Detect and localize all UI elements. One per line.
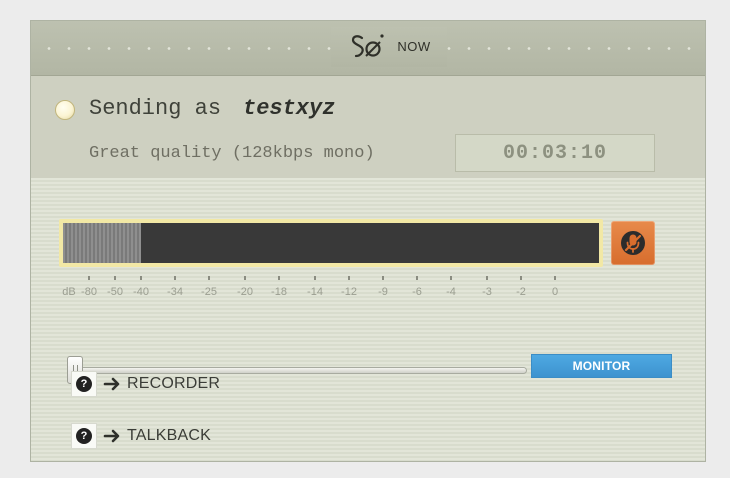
scale-label: -4 <box>446 286 456 298</box>
recorder-help-button[interactable]: ? <box>71 371 97 397</box>
scale-tick <box>314 276 316 280</box>
scale-tick <box>114 276 116 280</box>
recorder-link[interactable]: ? RECORDER <box>71 370 220 398</box>
scale-label: 0 <box>551 286 559 298</box>
brand: NOW <box>331 27 447 67</box>
titlebar: NOW <box>31 21 705 76</box>
db-scale: dB -80 -50 -40 -34 -25 -20 -18 -14 -12 -9 -6 -4 -3 -2 0 <box>59 276 607 306</box>
talkback-help-button[interactable]: ? <box>71 423 97 449</box>
username-label: testxyz <box>243 96 336 121</box>
monitor-button[interactable]: MONITOR <box>531 354 672 378</box>
arrow-right-icon <box>103 429 120 443</box>
arrow-right-icon <box>103 377 120 391</box>
mute-button[interactable] <box>611 221 655 265</box>
scale-tick <box>554 276 556 280</box>
talkback-link-label[interactable]: TALKBACK <box>127 427 211 445</box>
scale-tick <box>382 276 384 280</box>
scale-tick <box>348 276 350 280</box>
scale-label: -50 <box>107 286 123 298</box>
help-icon: ? <box>76 428 92 444</box>
recorder-link-label[interactable]: RECORDER <box>127 375 220 393</box>
scale-label: -6 <box>412 286 422 298</box>
scale-tick <box>520 276 522 280</box>
level-meter <box>63 223 599 263</box>
scale-tick <box>140 276 142 280</box>
microphone-mute-icon <box>621 231 645 255</box>
level-meter-frame <box>59 219 603 267</box>
quality-label: Great quality (128kbps mono) <box>89 144 375 163</box>
scale-label: -3 <box>482 286 492 298</box>
scale-label: -12 <box>341 286 357 298</box>
scale-tick <box>416 276 418 280</box>
scale-tick <box>88 276 90 280</box>
scale-label: -80 <box>81 286 97 298</box>
sending-label: Sending as <box>89 96 222 121</box>
scale-tick <box>450 276 452 280</box>
status-light-icon <box>55 100 75 120</box>
level-meter-fill <box>63 223 141 263</box>
scale-label: -40 <box>133 286 149 298</box>
scale-tick <box>208 276 210 280</box>
scale-tick <box>174 276 176 280</box>
scale-label: -14 <box>307 286 323 298</box>
scale-label: dB <box>62 286 76 298</box>
status-area: Sending as testxyz Great quality (128kbp… <box>31 76 705 178</box>
scale-tick <box>244 276 246 280</box>
scale-label: -9 <box>378 286 388 298</box>
source-now-window: NOW Sending as testxyz Great quality (12… <box>30 20 706 462</box>
help-icon: ? <box>76 376 92 392</box>
scale-label: -20 <box>237 286 253 298</box>
talkback-link[interactable]: ? TALKBACK <box>71 422 211 450</box>
content-area: dB -80 -50 -40 -34 -25 -20 -18 -14 -12 -9 -6 -4 -3 -2 0… <box>31 178 705 461</box>
scale-label: -34 <box>167 286 183 298</box>
elapsed-timer: 00:03:10 <box>455 134 655 172</box>
scale-label: -25 <box>201 286 217 298</box>
scale-label: -18 <box>271 286 287 298</box>
scale-label: -2 <box>516 286 526 298</box>
scale-tick <box>486 276 488 280</box>
source-elements-logo-icon <box>352 34 384 58</box>
scale-tick <box>278 276 280 280</box>
brand-text: NOW <box>397 38 431 54</box>
